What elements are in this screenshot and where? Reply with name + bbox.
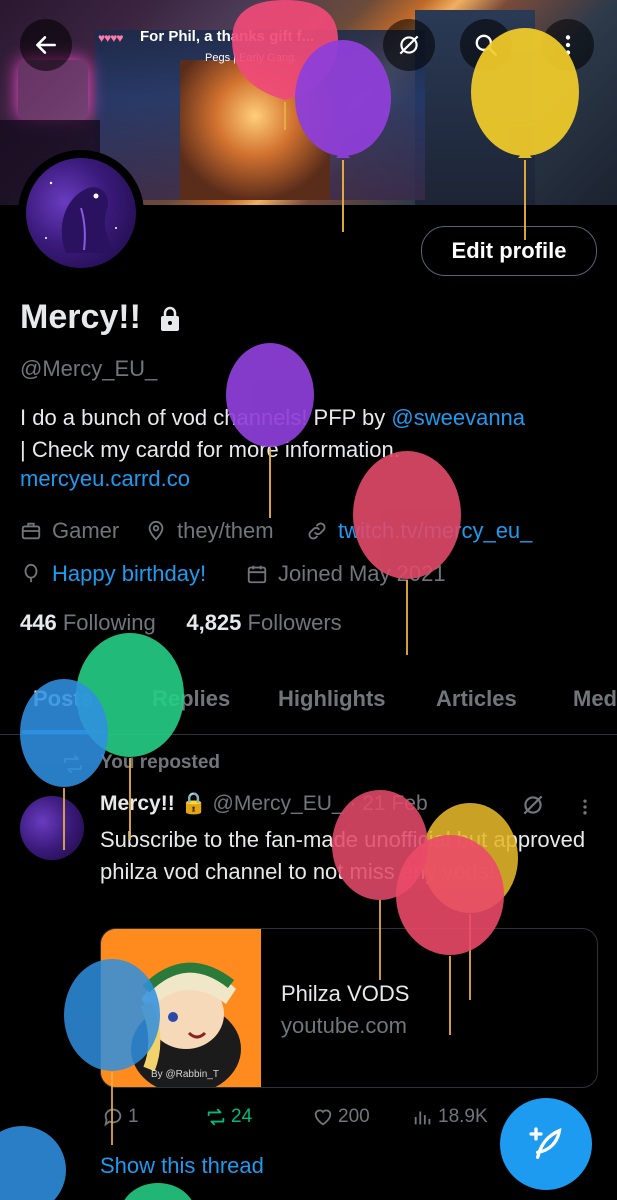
bio-website-link[interactable]: mercyeu.carrd.co [20,466,190,492]
joined-label: Joined May 2021 [278,561,446,586]
profile-bio: I do a bunch of vod channels! PFP by @sw… [20,402,600,466]
banner-pegs: Pegs | Early Gang. [205,52,298,64]
more-vertical-icon [565,35,571,55]
compose-button[interactable] [500,1098,592,1190]
tab-highlights[interactable]: Highlights [278,686,386,712]
repost-icon [64,755,82,773]
search-button[interactable] [460,19,512,71]
no-sync-icon[interactable] [520,792,546,818]
card-domain: youtube.com [281,1013,407,1038]
calendar-icon [247,565,267,584]
briefcase-icon [21,522,41,540]
location-label: they/them [177,518,274,543]
compose-icon [529,1127,562,1159]
more-button[interactable] [542,19,594,71]
show-thread-link[interactable]: Show this thread [100,1153,264,1179]
profile-name: Mercy!! [20,298,141,336]
tweet-more-icon[interactable] [575,795,595,819]
bio-mention-link[interactable]: @sweevanna [391,405,525,430]
crow-illustration [45,181,117,253]
active-tab-indicator [22,730,104,734]
profile-website[interactable]: twitch.tv/mercy_eu_ [306,518,532,544]
like-icon [314,1109,332,1126]
like-count: 200 [338,1106,370,1127]
profile-location: they/them [145,518,274,544]
following-label: Following [62,610,156,635]
profile-handle: @Mercy_EU_ [20,356,158,381]
tweet-text: Subscribe to the fan-made unofficial but… [100,827,586,884]
bio-text: I do a bunch of vod channels! PFP by [20,405,392,430]
no-sync-button[interactable] [383,19,435,71]
back-button[interactable] [20,19,72,71]
lock-icon: 🔒 [180,792,207,815]
balloon-icon [24,563,38,583]
profile-tabs: Posts Replies Highlights Articles Media [0,672,617,735]
search-icon [475,34,497,56]
balloon-icon [0,1126,66,1200]
profile-joined: Joined May 2021 [246,561,446,587]
reply-button[interactable]: 1 [102,1106,139,1128]
repost-button[interactable]: 24 [205,1106,252,1128]
views-icon [414,1111,431,1125]
reply-count: 1 [128,1106,139,1127]
lock-icon [161,306,179,331]
profile-avatar[interactable] [18,150,144,276]
link-card[interactable]: By @Rabbin_T Philza VODS youtube.com [100,928,598,1088]
no-sync-icon [399,35,419,55]
balloon-icon [353,451,461,655]
repost-icon [207,1108,225,1126]
reply-icon [104,1108,122,1127]
balloon-icon [124,1183,192,1200]
tab-articles[interactable]: Articles [436,686,517,712]
tweet-separator: · [349,792,357,815]
following-count: 446 [20,610,57,635]
followers-link[interactable]: 4,825 Followers [186,610,341,635]
card-title: Philza VODS [281,981,410,1006]
tweet-author-name[interactable]: Mercy!! [100,792,175,815]
follow-counts: 446 Following 4,825 Followers [20,610,342,636]
website-link[interactable]: twitch.tv/mercy_eu_ [338,518,532,544]
card-thumbnail: By @Rabbin_T [101,929,261,1087]
tweet-author-handle[interactable]: @Mercy_EU_ [213,792,344,815]
repost-count: 24 [231,1106,253,1127]
birthday-label[interactable]: Happy birthday! [52,561,206,587]
banner-title: For Phil, a thanks gift f... [140,28,315,45]
followers-label: Followers [247,610,342,635]
bio-text-2: | Check my cardd for more information. [20,437,400,462]
category-label: Gamer [52,518,120,543]
tweet-date[interactable]: 21 Feb [362,792,427,815]
profile-category: Gamer [20,518,119,544]
link-icon [308,522,326,540]
profile-birthday[interactable]: Happy birthday! [20,561,206,587]
location-pin-icon [148,520,164,541]
edit-profile-button[interactable]: Edit profile [421,226,597,276]
tab-media[interactable]: Media [573,686,617,712]
followers-count: 4,825 [186,610,242,635]
tweet-avatar[interactable] [20,796,84,860]
tab-replies[interactable]: Replies [152,686,230,712]
tweet-header: Mercy!! 🔒 @Mercy_EU_ · 21 Feb [100,792,428,816]
banner-hearts: ♥♥♥♥ [98,31,123,45]
reposted-label: You reposted [100,752,220,773]
views-button[interactable]: 18.9K [412,1106,488,1128]
like-button[interactable]: 200 [312,1106,370,1128]
following-link[interactable]: 446 Following [20,610,156,635]
tab-posts[interactable]: Posts [33,686,93,712]
back-arrow-icon [36,36,56,54]
card-credit: By @Rabbin_T [151,1069,219,1080]
views-count: 18.9K [438,1106,488,1127]
